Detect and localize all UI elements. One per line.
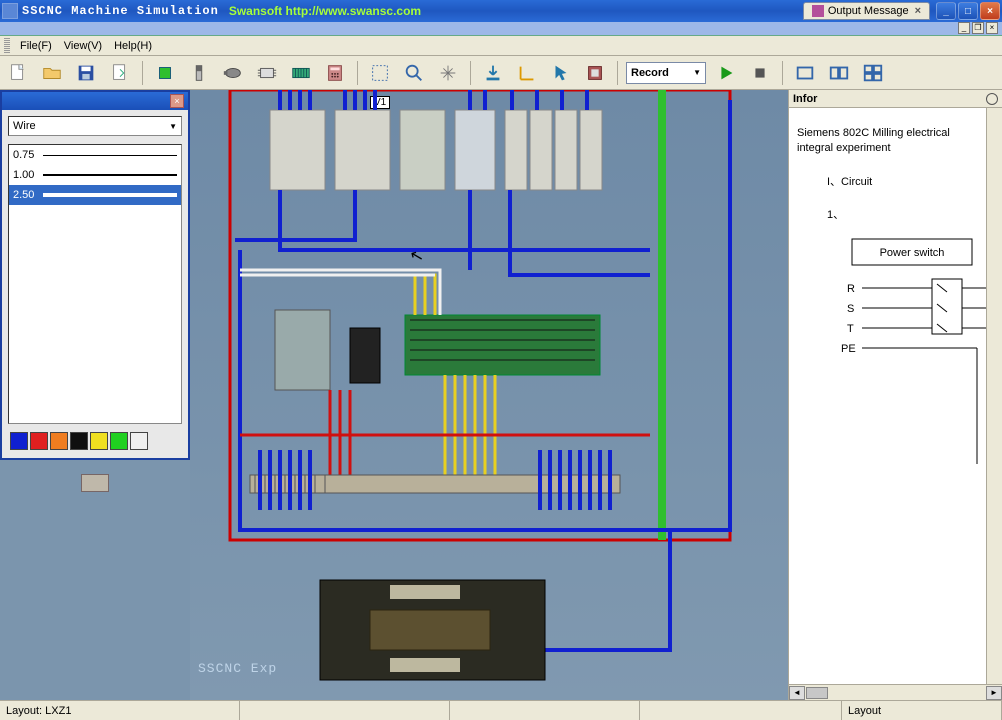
motor-button[interactable] <box>219 59 247 87</box>
main-area: × Wire ▼ 0.75 1.00 2.50 <box>0 90 1002 700</box>
color-swatches <box>8 430 182 452</box>
mdi-min-icon[interactable]: _ <box>958 22 970 34</box>
toolbar: Record ▼ <box>0 56 1002 90</box>
export-button[interactable] <box>106 59 134 87</box>
close-button[interactable]: × <box>980 2 1000 20</box>
chip-button[interactable] <box>253 59 281 87</box>
status-right: Layout <box>842 701 1002 720</box>
pan-button[interactable] <box>434 59 462 87</box>
output-icon <box>812 5 824 17</box>
status-layout: Layout: LXZ1 <box>0 701 240 720</box>
component-tray <box>0 460 190 700</box>
info-panel-title[interactable]: Infor <box>789 90 1002 108</box>
device-button[interactable] <box>581 59 609 87</box>
wire-panel-close-icon[interactable]: × <box>170 94 184 108</box>
play-button[interactable] <box>712 59 740 87</box>
wire-size-row[interactable]: 0.75 <box>9 145 181 165</box>
spare-component[interactable] <box>81 474 109 492</box>
led-button[interactable] <box>151 59 179 87</box>
stop-button[interactable] <box>746 59 774 87</box>
window-title: SSCNC Machine Simulation <box>22 4 219 18</box>
left-column: × Wire ▼ 0.75 1.00 2.50 <box>0 90 190 700</box>
wire-size-row[interactable]: 1.00 <box>9 165 181 185</box>
circuit-canvas[interactable]: V1 SSCNC Exp <box>190 90 788 700</box>
wire-panel-titlebar[interactable]: × <box>2 92 188 110</box>
watermark-url: Swansoft http://www.swansc.com <box>229 4 421 18</box>
power-switch-label: Power switch <box>880 247 945 259</box>
new-file-button[interactable] <box>4 59 32 87</box>
color-swatch-orange[interactable] <box>50 432 68 450</box>
svg-text:S: S <box>847 303 854 315</box>
minimize-button[interactable]: _ <box>936 2 956 20</box>
axis-button[interactable] <box>513 59 541 87</box>
info-diagram: Power switch R S T PE <box>797 234 978 479</box>
wire-panel: × Wire ▼ 0.75 1.00 2.50 <box>0 90 190 460</box>
zoom-button[interactable] <box>400 59 428 87</box>
color-swatch-green[interactable] <box>110 432 128 450</box>
info-section-1: I、Circuit <box>797 175 978 190</box>
wire-size-row-selected[interactable]: 2.50 <box>9 185 181 205</box>
horizontal-scrollbar[interactable]: ◄ ► <box>789 684 1002 700</box>
color-swatch-white[interactable] <box>130 432 148 450</box>
status-bar: Layout: LXZ1 Layout <box>0 700 1002 720</box>
mdi-restore-icon[interactable]: ❐ <box>972 22 984 34</box>
color-swatch-yellow[interactable] <box>90 432 108 450</box>
chevron-down-icon: ▼ <box>693 68 701 77</box>
scroll-right-icon[interactable]: ► <box>986 686 1002 700</box>
info-heading: Siemens 802C Milling electrical integral… <box>797 126 978 157</box>
status-cell-2 <box>240 701 450 720</box>
menubar-grip[interactable] <box>4 38 10 54</box>
selection-rect-button[interactable] <box>366 59 394 87</box>
wire-combo-value: Wire <box>13 120 36 132</box>
mdi-control-row: _ ❐ × <box>0 22 1002 36</box>
menu-bar: File(F) View(V) Help(H) <box>0 36 1002 56</box>
menu-view[interactable]: View(V) <box>58 38 108 54</box>
view-split-button[interactable] <box>825 59 853 87</box>
info-panel: Infor Siemens 802C Milling electrical in… <box>788 90 1002 700</box>
mdi-close-icon[interactable]: × <box>986 22 998 34</box>
svg-text:PE: PE <box>841 343 856 355</box>
close-tab-icon[interactable]: × <box>915 5 921 17</box>
info-body: Siemens 802C Milling electrical integral… <box>789 108 986 684</box>
wire-type-combo[interactable]: Wire ▼ <box>8 116 182 136</box>
info-section-1-1: 1、 <box>797 208 978 223</box>
svg-text:R: R <box>847 283 855 295</box>
tab-output-message[interactable]: Output Message × <box>803 2 930 20</box>
record-label: Record <box>631 67 669 79</box>
view-quad-button[interactable] <box>859 59 887 87</box>
title-bar: SSCNC Machine Simulation Swansoft http:/… <box>0 0 1002 22</box>
chevron-down-icon: ▼ <box>169 122 177 131</box>
menu-file[interactable]: File(F) <box>14 38 58 54</box>
pointer-button[interactable] <box>547 59 575 87</box>
maximize-button[interactable]: □ <box>958 2 978 20</box>
open-file-button[interactable] <box>38 59 66 87</box>
tab-output-label: Output Message <box>828 5 909 17</box>
terminal-block-button[interactable] <box>287 59 315 87</box>
app-icon <box>2 3 18 19</box>
calculator-button[interactable] <box>321 59 349 87</box>
download-button[interactable] <box>479 59 507 87</box>
svg-text:T: T <box>847 323 854 335</box>
status-cell-4 <box>640 701 842 720</box>
view-single-button[interactable] <box>791 59 819 87</box>
scroll-left-icon[interactable]: ◄ <box>789 686 805 700</box>
color-swatch-black[interactable] <box>70 432 88 450</box>
status-cell-3 <box>450 701 640 720</box>
switch-button[interactable] <box>185 59 213 87</box>
save-button[interactable] <box>72 59 100 87</box>
wire-size-list[interactable]: 0.75 1.00 2.50 <box>8 144 182 424</box>
menu-help[interactable]: Help(H) <box>108 38 158 54</box>
record-combo[interactable]: Record ▼ <box>626 62 706 84</box>
circuit-drawing <box>190 90 788 700</box>
scroll-thumb[interactable] <box>806 687 828 699</box>
vertical-scrollbar[interactable] <box>986 108 1002 684</box>
globe-icon[interactable] <box>986 93 998 105</box>
color-swatch-blue[interactable] <box>10 432 28 450</box>
color-swatch-red[interactable] <box>30 432 48 450</box>
